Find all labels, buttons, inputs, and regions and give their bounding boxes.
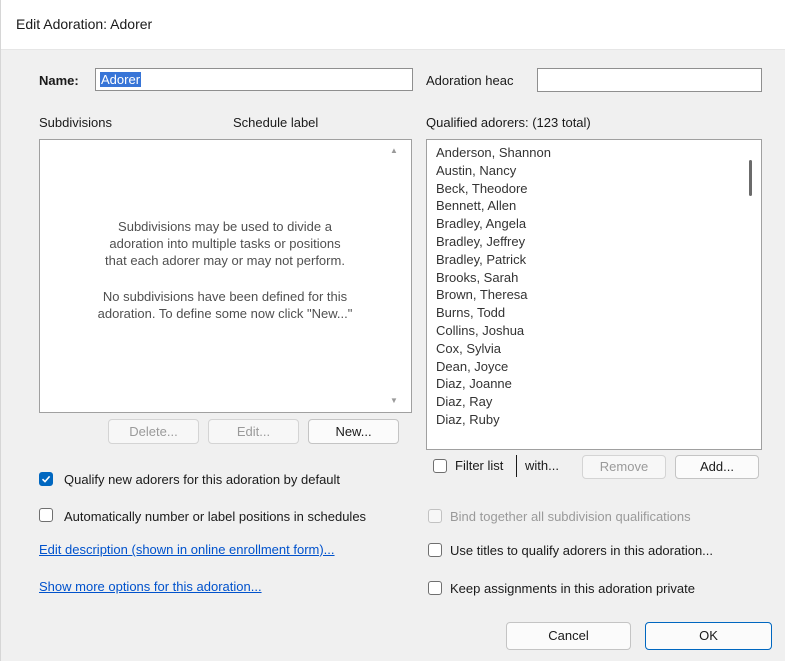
list-item[interactable]: Bradley, Patrick [436, 251, 526, 268]
edit-button[interactable]: Edit... [208, 419, 299, 444]
filter-with-button[interactable]: with... [525, 458, 559, 473]
filter-list-label: Filter list [455, 458, 504, 473]
list-item[interactable]: Bradley, Angela [436, 215, 526, 232]
dialog-content: Name: Adorer Adoration heac Subdivisions… [1, 50, 785, 661]
ok-button[interactable]: OK [645, 622, 772, 650]
list-item[interactable]: Diaz, Ray [436, 393, 492, 410]
checkmark-icon [41, 475, 51, 483]
list-item[interactable]: Bradley, Jeffrey [436, 233, 525, 250]
list-item[interactable]: Diaz, Joanne [436, 375, 512, 392]
qualify-new-label: Qualify new adorers for this adoration b… [64, 472, 341, 487]
filter-list-checkbox[interactable] [433, 459, 447, 473]
use-titles-checkbox[interactable] [428, 543, 442, 557]
list-item[interactable]: Burns, Todd [436, 304, 505, 321]
list-item[interactable]: Austin, Nancy [436, 162, 516, 179]
list-item[interactable]: Brooks, Sarah [436, 269, 518, 286]
name-input[interactable]: Adorer [95, 68, 413, 91]
list-item[interactable]: Cox, Sylvia [436, 340, 501, 357]
edit-adoration-dialog: Edit Adoration: Adorer Name: Adorer Ador… [0, 0, 785, 661]
edit-description-link[interactable]: Edit description (shown in online enroll… [39, 542, 335, 557]
list-item[interactable]: Bennett, Allen [436, 197, 516, 214]
scroll-down-icon[interactable]: ▼ [390, 396, 398, 405]
scroll-up-icon[interactable]: ▲ [390, 146, 398, 155]
subdivisions-list[interactable]: ▲ Subdivisions may be used to divide a a… [39, 139, 412, 413]
list-item[interactable]: Collins, Joshua [436, 322, 524, 339]
delete-button[interactable]: Delete... [108, 419, 199, 444]
more-options-link[interactable]: Show more options for this adoration... [39, 579, 262, 594]
subdivisions-empty-line-2: adoration into multiple tasks or positio… [109, 236, 341, 251]
keep-private-checkbox[interactable] [428, 581, 442, 595]
auto-number-checkbox[interactable] [39, 508, 53, 522]
list-item[interactable]: Brown, Theresa [436, 286, 528, 303]
qualify-new-checkbox[interactable] [39, 472, 53, 486]
use-titles-label: Use titles to qualify adorers in this ad… [450, 543, 714, 558]
title-bar: Edit Adoration: Adorer [1, 0, 785, 50]
list-scrollbar-thumb[interactable] [749, 160, 752, 196]
keep-private-label: Keep assignments in this adoration priva… [450, 581, 695, 596]
remove-button[interactable]: Remove [582, 455, 666, 479]
add-button[interactable]: Add... [675, 455, 759, 479]
subdivisions-empty-line-5: adoration. To define some now click "New… [97, 306, 353, 321]
name-input-value: Adorer [100, 72, 142, 87]
qualified-adorers-header: Qualified adorers: (123 total) [426, 115, 591, 130]
list-item[interactable]: Beck, Theodore [436, 180, 528, 197]
subdivisions-empty-line-1: Subdivisions may be used to divide a [118, 219, 332, 234]
filter-divider [516, 455, 517, 477]
list-item[interactable]: Diaz, Ruby [436, 411, 500, 428]
auto-number-label: Automatically number or label positions … [64, 509, 367, 524]
cancel-button[interactable]: Cancel [506, 622, 631, 650]
qualified-adorers-list[interactable]: Anderson, Shannon Austin, Nancy Beck, Theo… [426, 139, 762, 450]
bind-together-label: Bind together all subdivision qualificat… [450, 509, 691, 524]
bind-together-checkbox[interactable] [428, 509, 442, 523]
name-label: Name: [39, 73, 79, 88]
subdivisions-empty-line-4: No subdivisions have been defined for th… [102, 289, 348, 304]
subdivisions-empty-line-3: that each adorer may or may not perform. [105, 253, 345, 268]
adoration-head-input[interactable] [537, 68, 762, 92]
new-button[interactable]: New... [308, 419, 399, 444]
adoration-head-label: Adoration heac [426, 73, 514, 88]
list-item[interactable]: Dean, Joyce [436, 358, 508, 375]
subdivisions-header: Subdivisions [39, 115, 112, 130]
schedule-label-header: Schedule label [233, 115, 319, 130]
window-title: Edit Adoration: Adorer [16, 16, 153, 32]
list-item[interactable]: Anderson, Shannon [436, 144, 551, 161]
